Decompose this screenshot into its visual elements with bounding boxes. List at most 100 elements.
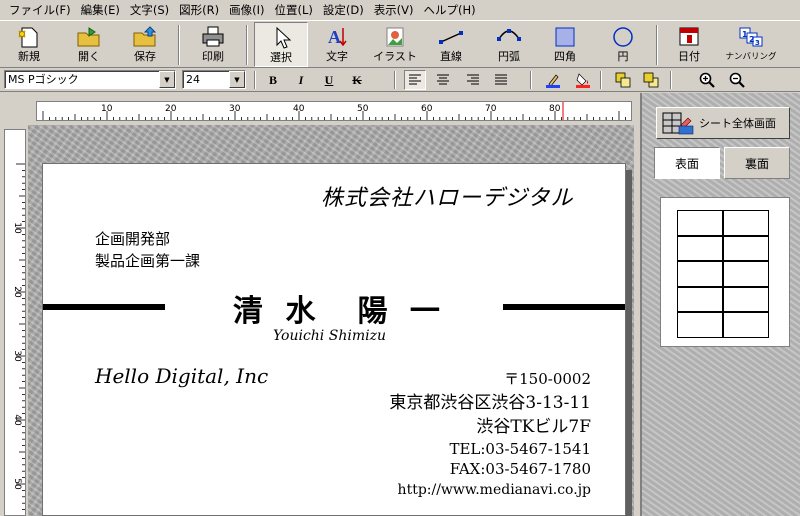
sheet-card-slot[interactable] — [723, 235, 769, 262]
person-name[interactable]: 清 水 陽 一 — [233, 286, 446, 330]
open-label: 開く — [78, 50, 100, 63]
sheet-view-label: シート全体画面 — [699, 117, 776, 130]
circle-tool-button[interactable]: 円 — [600, 22, 646, 67]
chevron-down-icon[interactable]: ▼ — [229, 71, 245, 88]
printer-icon — [202, 26, 224, 47]
menu-file[interactable]: ファイル(F) — [4, 0, 76, 20]
numbering-button[interactable]: 1 2 3 ナンバリング — [720, 22, 782, 67]
menu-text[interactable]: 文字(S) — [125, 0, 174, 20]
address-line-2[interactable]: 渋谷TKビル7F — [476, 412, 591, 437]
bring-front-icon — [615, 72, 631, 88]
sheet-card-slot[interactable] — [677, 235, 723, 262]
business-card[interactable]: 株式会社ハローデジタル 企画開発部 製品企画第一課 清 水 陽 一 Youich… — [42, 163, 626, 516]
bold-button[interactable]: B — [262, 70, 284, 90]
chevron-down-icon[interactable]: ▼ — [159, 71, 175, 88]
text-a-icon: A — [328, 27, 347, 47]
department-line-1[interactable]: 企画開発部 — [95, 228, 170, 249]
sheet-layout-grid — [677, 210, 769, 338]
sheet-card-slot[interactable] — [723, 312, 769, 338]
left-rule-line[interactable] — [43, 304, 165, 310]
numbering-label: ナンバリング — [725, 52, 777, 62]
pen-color-button[interactable] — [542, 70, 564, 90]
tab-front-side[interactable]: 表面 — [654, 147, 720, 179]
address-line-1[interactable]: 東京都渋谷区渋谷3-13-11 — [389, 388, 591, 413]
menu-edit[interactable]: 編集(E) — [76, 0, 125, 20]
cursor-arrow-icon — [276, 26, 292, 49]
ruler-label: 10 — [101, 104, 113, 114]
sheet-card-slot[interactable] — [677, 261, 723, 287]
align-center-button[interactable] — [432, 70, 454, 90]
print-label: 印刷 — [202, 50, 224, 63]
line-tool-button[interactable]: 直線 — [428, 22, 474, 67]
new-label: 新規 — [18, 50, 40, 63]
numbering-icon: 1 2 3 — [739, 27, 763, 47]
underline-button[interactable]: U — [318, 70, 340, 90]
sheet-view-button[interactable]: シート全体画面 — [656, 107, 790, 139]
circle-icon — [613, 27, 633, 47]
arc-tool-button[interactable]: 円弧 — [486, 22, 532, 67]
sheet-card-slot[interactable] — [723, 210, 769, 236]
sheet-view-icon — [662, 112, 694, 135]
tab-back-side[interactable]: 裏面 — [724, 147, 790, 179]
sheet-preview[interactable] — [660, 197, 790, 347]
size-select[interactable]: 24 ▼ — [182, 70, 246, 89]
new-document-icon — [18, 27, 38, 48]
sheet-card-slot[interactable] — [677, 210, 723, 236]
menu-image[interactable]: 画像(I) — [224, 0, 269, 20]
company-name[interactable]: 株式会社ハローデジタル — [321, 180, 574, 212]
illust-tool-button[interactable]: イラスト — [368, 22, 422, 67]
send-back-button[interactable] — [640, 70, 662, 90]
line-label: 直線 — [440, 50, 462, 63]
size-select-value: 24 — [186, 73, 200, 86]
menu-position[interactable]: 位置(L) — [269, 0, 317, 20]
italic-button[interactable]: I — [290, 70, 312, 90]
website-url[interactable]: http://www.medianavi.co.jp — [398, 482, 591, 498]
ruler-label: 30 — [229, 104, 241, 114]
toolbar-separator — [178, 25, 180, 65]
postal-code[interactable]: 〒150-0002 — [504, 368, 591, 389]
date-button[interactable]: 日付 — [666, 22, 712, 67]
fax-number[interactable]: FAX:03-5467-1780 — [450, 460, 591, 478]
menu-help[interactable]: ヘルプ(H) — [419, 0, 481, 20]
sheet-card-slot[interactable] — [723, 286, 769, 313]
phone-number[interactable]: TEL:03-5467-1541 — [449, 440, 591, 458]
toolbar-separator — [656, 25, 658, 65]
calendar-icon — [679, 27, 699, 46]
menu-shape[interactable]: 図形(R) — [174, 0, 224, 20]
zoom-out-button[interactable] — [726, 70, 748, 90]
fill-color-button[interactable] — [572, 70, 594, 90]
save-folder-icon — [133, 26, 157, 47]
ruler-label: 40 — [12, 414, 22, 426]
svg-text:1: 1 — [742, 30, 748, 39]
ruler-label: 50 — [357, 104, 369, 114]
save-button[interactable]: 保存 — [122, 22, 168, 67]
align-right-button[interactable] — [462, 70, 484, 90]
justify-button[interactable] — [490, 70, 512, 90]
line-icon — [439, 31, 463, 44]
align-left-button[interactable] — [404, 70, 426, 90]
sheet-card-slot[interactable] — [677, 286, 723, 313]
right-rule-line[interactable] — [503, 304, 625, 310]
sheet-card-slot[interactable] — [677, 312, 723, 338]
ruler-label: 60 — [421, 104, 433, 114]
format-separator — [254, 71, 256, 89]
open-button[interactable]: 開く — [66, 22, 112, 67]
bring-front-button[interactable] — [612, 70, 634, 90]
text-tool-button[interactable]: A 文字 — [314, 22, 360, 67]
menu-view[interactable]: 表示(V) — [369, 0, 419, 20]
rect-tool-button[interactable]: 四角 — [542, 22, 588, 67]
new-button[interactable]: 新規 — [6, 22, 52, 67]
person-name-roman[interactable]: Youichi Shimizu — [273, 328, 386, 344]
select-tool-button[interactable]: 選択 — [254, 22, 308, 67]
circle-label: 円 — [617, 50, 629, 63]
department-line-2[interactable]: 製品企画第一課 — [95, 250, 200, 271]
strikethrough-button[interactable]: K — [346, 70, 368, 90]
menu-settings[interactable]: 設定(D) — [318, 0, 369, 20]
ruler-label: 10 — [12, 222, 22, 234]
company-name-english[interactable]: Hello Digital, Inc — [95, 364, 268, 388]
font-select[interactable]: MS Pゴシック ▼ — [4, 70, 176, 89]
zoom-in-button[interactable] — [696, 70, 718, 90]
print-button[interactable]: 印刷 — [190, 22, 236, 67]
open-folder-icon — [77, 27, 100, 47]
sheet-card-slot[interactable] — [723, 261, 769, 287]
